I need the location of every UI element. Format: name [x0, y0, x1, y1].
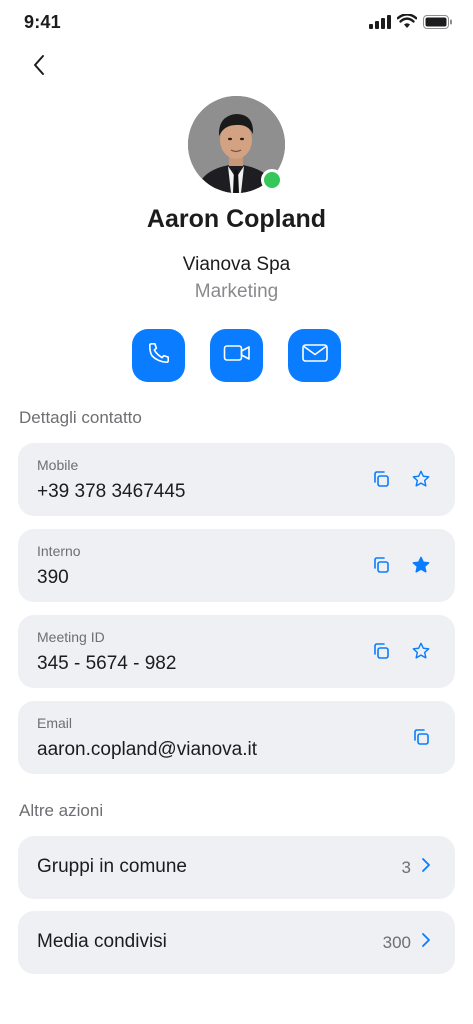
detail-card-mobile: Mobile +39 378 3467445 [18, 443, 455, 516]
status-time: 9:41 [24, 12, 61, 32]
star-outline-icon[interactable] [411, 641, 431, 661]
detail-label: Email [37, 715, 73, 731]
detail-value: 345 - 5674 - 982 [37, 653, 177, 674]
row-count: 3 [401, 857, 411, 877]
chevron-right-icon [421, 932, 431, 953]
row-shared-groups[interactable]: Gruppi in comune 3 [18, 836, 455, 899]
contact-name: Aaron Copland [146, 205, 327, 233]
email-button[interactable] [288, 329, 341, 382]
detail-label: Mobile [37, 457, 79, 473]
contact-department: Marketing [194, 281, 279, 302]
row-count: 300 [382, 932, 411, 952]
mail-icon [301, 342, 329, 369]
row-label: Gruppi in comune [37, 856, 187, 877]
detail-value: 390 [37, 567, 69, 588]
copy-icon[interactable] [371, 469, 391, 489]
row-label: Media condivisi [37, 931, 167, 952]
avatar-container [188, 96, 285, 193]
other-actions-title: Altre azioni [19, 801, 104, 820]
copy-icon[interactable] [371, 641, 391, 661]
call-button[interactable] [132, 329, 185, 382]
phone-icon [146, 340, 172, 371]
online-status-indicator [261, 169, 283, 191]
star-outline-icon[interactable] [411, 469, 431, 489]
contact-details-title: Dettagli contatto [19, 408, 142, 427]
detail-value: +39 378 3467445 [37, 481, 186, 502]
copy-icon[interactable] [411, 727, 431, 747]
video-icon [223, 342, 251, 369]
quick-actions [132, 329, 341, 382]
copy-icon[interactable] [371, 555, 391, 575]
chevron-right-icon [421, 857, 431, 878]
back-button[interactable] [24, 52, 54, 82]
chevron-left-icon [32, 54, 46, 81]
signal-icon [369, 14, 391, 34]
contact-company: Vianova Spa [182, 254, 291, 275]
wifi-icon [396, 13, 418, 34]
star-filled-icon[interactable] [411, 555, 431, 575]
status-icons [369, 13, 453, 34]
detail-label: Interno [37, 543, 81, 559]
status-bar: 9:41 [0, 0, 473, 44]
detail-label: Meeting ID [37, 629, 105, 645]
detail-card-email: Email aaron.copland@vianova.it [18, 701, 455, 774]
detail-card-meeting-id: Meeting ID 345 - 5674 - 982 [18, 615, 455, 688]
video-call-button[interactable] [210, 329, 263, 382]
detail-card-interno: Interno 390 [18, 529, 455, 602]
row-shared-media[interactable]: Media condivisi 300 [18, 911, 455, 974]
battery-icon [423, 14, 453, 34]
detail-value: aaron.copland@vianova.it [37, 739, 257, 760]
